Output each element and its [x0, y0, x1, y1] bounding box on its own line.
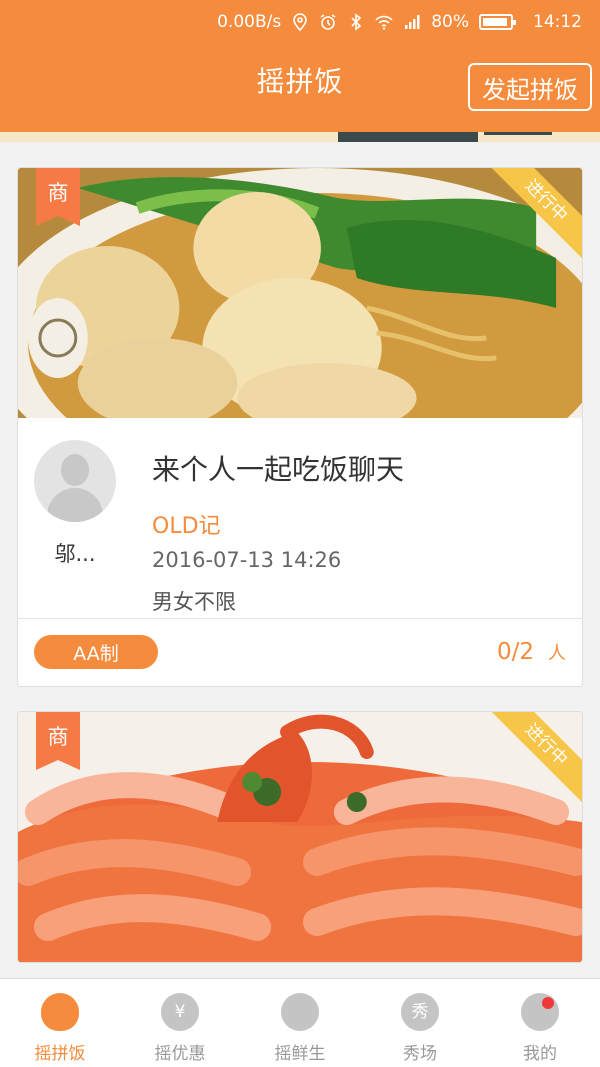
participant-count: 0/2 人 — [497, 639, 566, 665]
start-group-meal-button[interactable]: 发起拼饭 — [468, 63, 592, 111]
tab-label: 秀场 — [403, 1044, 437, 1064]
network-speed: 0.00B/s — [217, 12, 282, 32]
meal-card[interactable]: 商 进行中 — [17, 711, 583, 963]
card-footer: AA制 0/2 人 — [18, 618, 582, 686]
merchant-tag: 商 — [36, 712, 80, 770]
tab-yaopinfan[interactable]: 摇拼饭 — [0, 979, 120, 1067]
participant-count-value: 0/2 — [496, 639, 534, 665]
coupon-icon: ¥ — [161, 993, 199, 1031]
status-ribbon: 进行中 — [492, 168, 582, 258]
rice-bowl-icon — [41, 993, 79, 1031]
event-datetime: 2016-07-13 14:26 — [152, 548, 342, 572]
tab-label: 摇优惠 — [154, 1044, 206, 1064]
tab-label: 我的 — [523, 1044, 557, 1064]
payment-badge: AA制 — [34, 635, 158, 669]
meal-card[interactable]: 商 进行中 邬... 来个人一起吃饭聊天 OLD记 2016-07-13 14:… — [17, 167, 583, 687]
wonton-noodle-photo: 商 进行中 — [18, 168, 582, 418]
card-info: 邬... 来个人一起吃饭聊天 OLD记 2016-07-13 14:26 男女不… — [18, 418, 582, 618]
merchant-tag: 商 — [36, 168, 80, 226]
signal-icon — [405, 15, 420, 29]
meal-list[interactable]: 商 进行中 邬... 来个人一起吃饭聊天 OLD记 2016-07-13 14:… — [0, 142, 600, 978]
banner-strip — [0, 132, 600, 142]
event-title: 来个人一起吃饭聊天 — [152, 453, 405, 486]
host-avatar[interactable] — [34, 440, 116, 522]
shrimp-photo: 商 进行中 — [18, 712, 582, 962]
battery-icon — [479, 14, 516, 30]
alarm-icon — [320, 14, 336, 30]
tab-profile[interactable]: 我的 — [480, 979, 600, 1067]
status-ribbon: 进行中 — [492, 712, 582, 802]
tab-label: 摇拼饭 — [34, 1044, 86, 1064]
status-bar: 0.00B/s 80% 14:12 — [0, 0, 600, 44]
location-icon — [293, 13, 308, 31]
gender-requirement: 男女不限 — [152, 590, 236, 614]
tab-yaoxiansheng[interactable]: 摇鲜生 — [240, 979, 360, 1067]
profile-icon — [521, 993, 559, 1031]
battery-percent: 80% — [431, 12, 469, 32]
app-header: 0.00B/s 80% 14:12 摇拼饭 发起拼饭 — [0, 0, 600, 132]
tab-label: 摇鲜生 — [274, 1044, 326, 1064]
tab-xiuchang[interactable]: 秀 秀场 — [360, 979, 480, 1067]
bluetooth-icon — [351, 13, 362, 31]
show-icon: 秀 — [401, 993, 439, 1031]
participant-unit: 人 — [548, 643, 566, 664]
bottom-tab-bar: 摇拼饭 ¥ 摇优惠 摇鲜生 秀 秀场 我的 — [0, 978, 600, 1067]
clock: 14:12 — [533, 12, 582, 32]
wifi-icon — [375, 15, 393, 30]
notification-dot — [542, 997, 554, 1009]
host-name: 邬... — [54, 542, 96, 566]
restaurant-name[interactable]: OLD记 — [152, 508, 221, 540]
tomato-icon — [281, 993, 319, 1031]
tab-yaoyouhui[interactable]: ¥ 摇优惠 — [120, 979, 240, 1067]
